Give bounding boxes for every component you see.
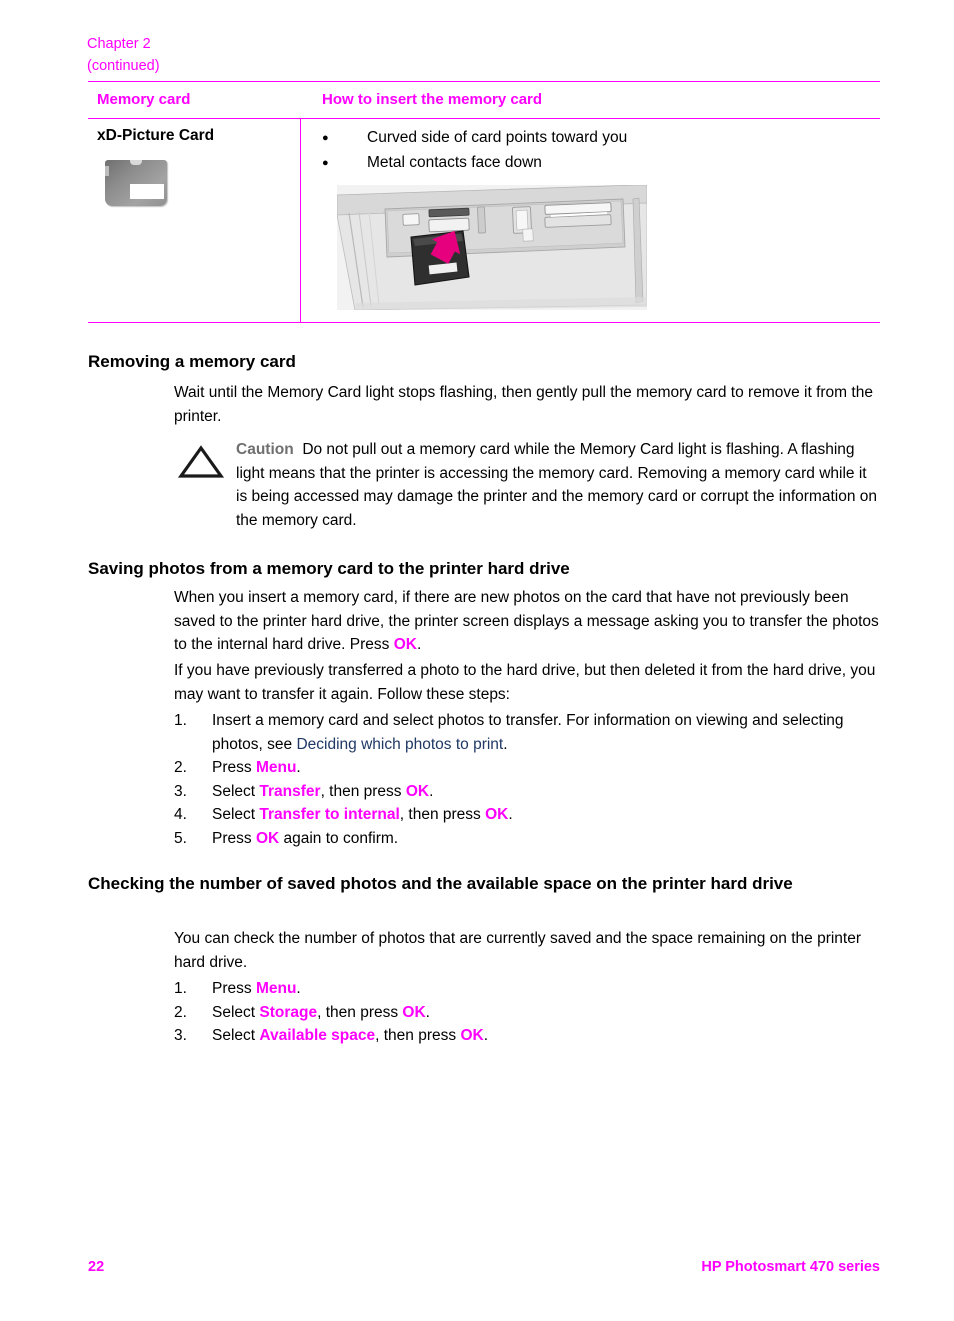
- step-text-post: again to confirm.: [279, 829, 399, 847]
- caution-text: Do not pull out a memory card while the …: [236, 441, 877, 529]
- footer-product-name: HP Photosmart 470 series: [701, 1259, 880, 1275]
- column-header-memory-card: Memory card: [97, 91, 191, 108]
- step-number: 4.: [174, 806, 187, 823]
- step-number: 1.: [174, 712, 187, 729]
- step-text-pre: Select: [212, 1003, 260, 1021]
- key-label-ok: OK: [405, 782, 430, 800]
- menu-label-available-space: Available space: [259, 1027, 376, 1044]
- xd-picture-card-photo: [105, 160, 167, 206]
- list-item: 4. Select Transfer to internal, then pres…: [174, 803, 880, 827]
- card-edge: [105, 166, 109, 176]
- step-text-mid: , then press: [317, 1003, 403, 1021]
- list-item: 2. Press Menu.: [174, 756, 880, 780]
- table-bottom-rule: [88, 322, 880, 323]
- list-item: 5. Press OK again to confirm.: [174, 827, 880, 851]
- step-text-post: .: [425, 1003, 430, 1021]
- page-footer: 22 HP Photosmart 470 series: [88, 1259, 880, 1275]
- continued-label: (continued): [87, 58, 160, 74]
- list-item: 3. Select Available space, then press OK.: [174, 1024, 880, 1048]
- step-text-pre: Select: [212, 1027, 260, 1044]
- footer-page-number: 22: [88, 1259, 105, 1275]
- document-page: Chapter 2 (continued) Memory card How to…: [0, 0, 954, 1321]
- link-deciding-which-photos-to-print[interactable]: Deciding which photos to print: [296, 736, 503, 753]
- key-label-ok: OK: [255, 829, 280, 847]
- caution-block: Caution Do not pull out a memory card wh…: [174, 438, 880, 532]
- list-item: 3. Select Transfer, then press OK.: [174, 780, 880, 804]
- step-text-mid: , then press: [375, 1027, 461, 1044]
- menu-label-storage: Storage: [259, 1003, 318, 1021]
- paragraph-text-a: When you insert a memory card, if there …: [174, 589, 879, 653]
- running-header: Chapter 2 (continued): [87, 33, 160, 77]
- table-header-row: Memory card How to insert the memory car…: [88, 82, 880, 118]
- paragraph-saving-photos-2: If you have previously transferred a pho…: [174, 662, 876, 703]
- step-text-mid: , then press: [320, 782, 406, 800]
- caution-text-wrapper: Caution Do not pull out a memory card wh…: [236, 438, 880, 532]
- paragraph-text-b: .: [416, 636, 422, 653]
- key-label-ok: OK: [485, 806, 509, 823]
- key-label-menu: Menu: [255, 759, 297, 776]
- key-label-ok: OK: [393, 636, 417, 653]
- caution-label: Caution: [236, 441, 294, 458]
- step-text-post: .: [508, 806, 513, 823]
- step-number: 3.: [174, 782, 187, 800]
- table-column-divider: [300, 119, 302, 322]
- list-item: 2. Select Storage, then press OK.: [174, 1001, 880, 1025]
- step-number: 2.: [174, 1003, 187, 1021]
- menu-label-transfer: Transfer: [259, 782, 321, 800]
- step-number: 3.: [174, 1027, 187, 1044]
- table-row: xD-Picture Card Curved side of card poin…: [88, 119, 880, 322]
- page-title-checking-saved-photos: Checking the number of saved photos and …: [88, 874, 793, 893]
- step-text-pre: Select: [212, 782, 260, 800]
- column-header-how-to-insert: How to insert the memory card: [322, 91, 543, 108]
- card-name-label: xD-Picture Card: [97, 127, 215, 144]
- step-text-post: .: [429, 782, 434, 800]
- step-text-mid: , then press: [399, 806, 486, 823]
- table-header-cell-howto: How to insert the memory card: [300, 82, 880, 118]
- list-item: 1. Press Menu.: [174, 977, 880, 1001]
- step-text-post: .: [296, 980, 301, 997]
- step-text-pre: Press: [212, 829, 256, 847]
- step-text-post: .: [503, 735, 508, 753]
- step-text-post: .: [483, 1027, 488, 1044]
- chapter-label: Chapter 2: [87, 36, 151, 52]
- memory-card-table: Memory card How to insert the memory car…: [88, 81, 880, 323]
- card-label-patch: [130, 184, 164, 199]
- storage-steps-list: 1. Press Menu. 2. Select Storage, then pre…: [174, 977, 880, 1048]
- menu-label-transfer-to-internal: Transfer to internal: [259, 806, 400, 823]
- paragraph-checking-saved-photos: You can check the number of photos that …: [174, 930, 862, 971]
- list-item: Metal contacts face down: [322, 151, 870, 175]
- insert-instruction-list: Curved side of card points toward you Me…: [322, 126, 870, 175]
- caution-triangle-icon: [178, 445, 224, 478]
- table-cell-card: xD-Picture Card: [88, 119, 300, 213]
- step-text-pre: Press: [212, 759, 256, 776]
- step-number: 2.: [174, 759, 187, 776]
- table-header-cell-card: Memory card: [88, 82, 300, 118]
- printer-card-slot-illustration: [336, 184, 648, 311]
- page-title-saving-photos: Saving photos from a memory card to the …: [88, 559, 570, 578]
- card-notch: [130, 160, 142, 165]
- step-text-pre: Press: [212, 980, 256, 997]
- transfer-steps-list: 1. Insert a memory card and select photos…: [174, 709, 880, 850]
- list-item: Curved side of card points toward you: [322, 126, 870, 150]
- step-number: 1.: [174, 980, 187, 997]
- table-cell-instructions: Curved side of card points toward you Me…: [300, 119, 880, 322]
- paragraph-saving-photos-1: When you insert a memory card, if there …: [174, 586, 880, 657]
- key-label-ok: OK: [460, 1027, 484, 1044]
- key-label-ok: OK: [402, 1003, 426, 1021]
- paragraph-removing-memory-card: Wait until the Memory Card light stops f…: [174, 384, 873, 425]
- page-title-removing-memory-card: Removing a memory card: [88, 352, 296, 371]
- table-body: xD-Picture Card Curved side of card poin…: [88, 119, 880, 322]
- step-text-post: .: [296, 759, 301, 776]
- key-label-menu: Menu: [255, 980, 297, 997]
- step-number: 5.: [174, 829, 187, 847]
- step-text-pre: Select: [212, 806, 260, 823]
- list-item: 1. Insert a memory card and select photos…: [174, 709, 880, 756]
